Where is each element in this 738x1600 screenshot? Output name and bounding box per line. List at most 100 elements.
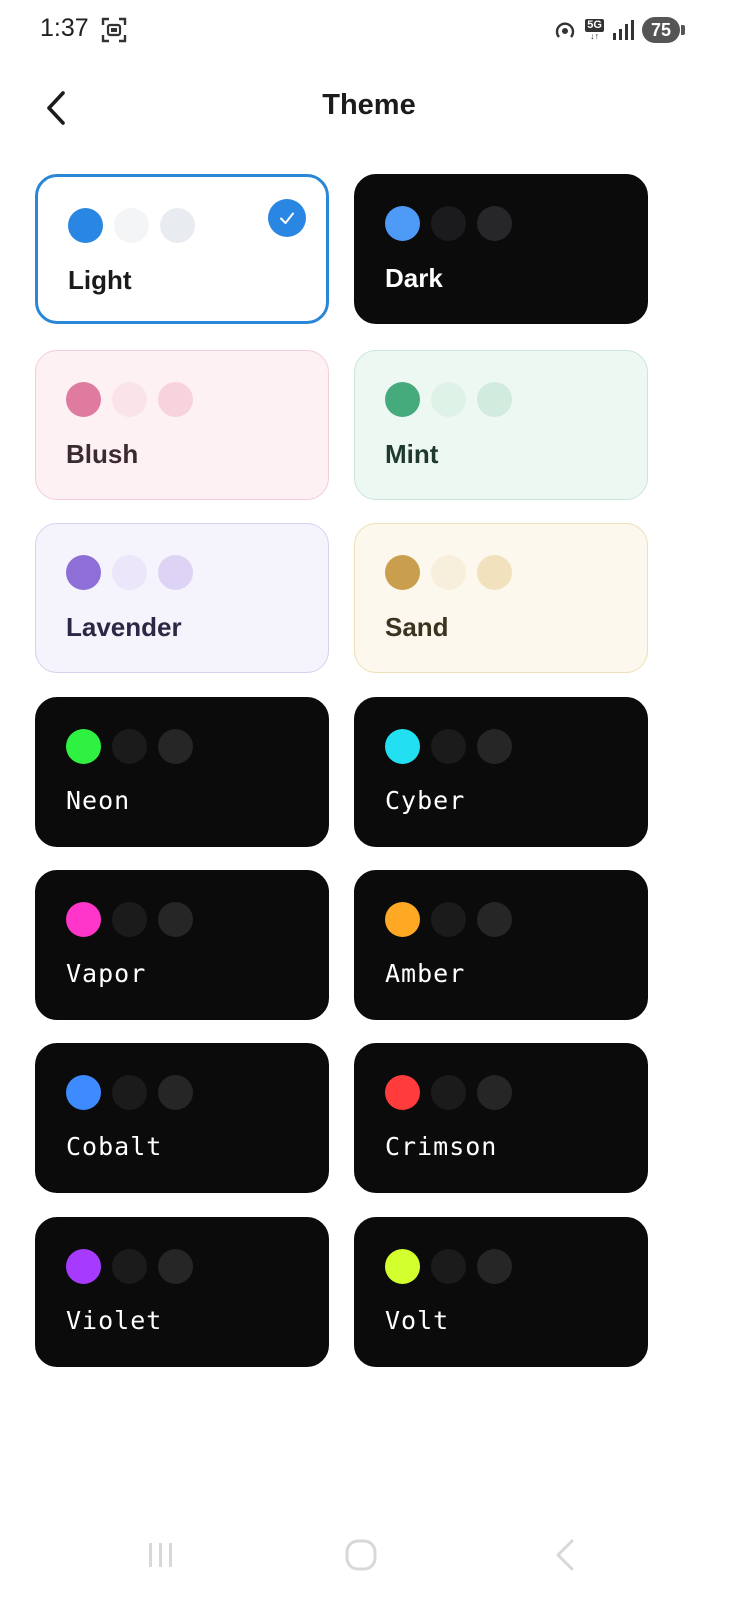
- color-swatch-2: [431, 555, 466, 590]
- theme-label: Cobalt: [66, 1132, 163, 1161]
- color-swatch-2: [112, 555, 147, 590]
- color-swatches: [68, 208, 195, 243]
- home-button[interactable]: [331, 1530, 391, 1580]
- color-swatch-2: [431, 729, 466, 764]
- header: Theme: [0, 80, 738, 140]
- color-swatch-3: [477, 382, 512, 417]
- theme-card-sand[interactable]: Sand: [354, 523, 648, 673]
- color-swatch-1: [68, 208, 103, 243]
- color-swatch-2: [114, 208, 149, 243]
- color-swatch-3: [158, 1249, 193, 1284]
- theme-card-cyber[interactable]: Cyber: [354, 697, 648, 847]
- color-swatch-2: [112, 1075, 147, 1110]
- theme-label: Lavender: [66, 612, 182, 642]
- color-swatch-1: [385, 555, 420, 590]
- color-swatch-1: [66, 1075, 101, 1110]
- theme-label: Cyber: [385, 786, 466, 815]
- nav-back-icon: [556, 1539, 574, 1571]
- theme-label: Amber: [385, 959, 466, 988]
- color-swatch-1: [66, 555, 101, 590]
- color-swatch-1: [66, 1249, 101, 1284]
- home-icon: [345, 1539, 377, 1571]
- color-swatches: [385, 382, 512, 417]
- color-swatch-1: [385, 729, 420, 764]
- theme-label: Neon: [66, 786, 131, 815]
- color-swatch-2: [112, 902, 147, 937]
- color-swatch-1: [66, 902, 101, 937]
- theme-card-volt[interactable]: Volt: [354, 1217, 648, 1367]
- color-swatches: [66, 382, 193, 417]
- theme-card-neon[interactable]: Neon: [35, 697, 329, 847]
- theme-label: Sand: [385, 612, 449, 642]
- color-swatches: [66, 1075, 193, 1110]
- color-swatch-3: [477, 206, 512, 241]
- color-swatch-2: [431, 382, 466, 417]
- page-title: Theme: [322, 89, 416, 121]
- theme-label: Mint: [385, 439, 439, 469]
- color-swatch-3: [477, 1075, 512, 1110]
- color-swatch-1: [66, 382, 101, 417]
- color-swatches: [385, 555, 512, 590]
- color-swatches: [66, 902, 193, 937]
- theme-label: Vapor: [66, 959, 147, 988]
- color-swatch-1: [385, 1249, 420, 1284]
- color-swatch-2: [431, 1075, 466, 1110]
- color-swatches: [66, 729, 193, 764]
- screen-capture-icon: [101, 17, 127, 43]
- color-swatch-2: [431, 902, 466, 937]
- theme-card-crimson[interactable]: Crimson: [354, 1043, 648, 1193]
- theme-card-lavender[interactable]: Lavender: [35, 523, 329, 673]
- theme-label: Light: [68, 265, 132, 295]
- color-swatches: [385, 1075, 512, 1110]
- theme-card-cobalt[interactable]: Cobalt: [35, 1043, 329, 1193]
- nav-back-button[interactable]: [535, 1530, 595, 1580]
- network-type: 5G ↓↑: [585, 19, 604, 41]
- color-swatch-1: [385, 1075, 420, 1110]
- theme-card-dark[interactable]: Dark: [354, 174, 648, 324]
- theme-card-blush[interactable]: Blush: [35, 350, 329, 500]
- theme-label: Volt: [385, 1306, 450, 1335]
- color-swatch-1: [66, 729, 101, 764]
- color-swatch-3: [158, 1075, 193, 1110]
- theme-card-light[interactable]: Light: [35, 174, 329, 324]
- theme-card-amber[interactable]: Amber: [354, 870, 648, 1020]
- battery-indicator: 75: [641, 17, 686, 43]
- color-swatch-2: [431, 206, 466, 241]
- color-swatch-3: [477, 1249, 512, 1284]
- color-swatch-3: [477, 555, 512, 590]
- theme-label: Dark: [385, 263, 443, 293]
- checkmark-icon: [268, 199, 306, 237]
- color-swatch-3: [158, 382, 193, 417]
- hotspot-icon: [556, 22, 575, 38]
- color-swatch-1: [385, 206, 420, 241]
- color-swatches: [385, 206, 512, 241]
- color-swatches: [385, 1249, 512, 1284]
- color-swatch-2: [431, 1249, 466, 1284]
- color-swatch-1: [385, 382, 420, 417]
- color-swatches: [385, 729, 512, 764]
- color-swatch-2: [112, 1249, 147, 1284]
- color-swatch-3: [477, 729, 512, 764]
- navigation-bar: [0, 1510, 738, 1600]
- color-swatch-3: [158, 729, 193, 764]
- color-swatch-3: [158, 555, 193, 590]
- status-time: 1:37: [40, 14, 89, 42]
- color-swatch-3: [477, 902, 512, 937]
- status-bar: 1:37 5G ↓↑ 75: [0, 0, 738, 64]
- recent-apps-button[interactable]: [131, 1530, 191, 1580]
- color-swatches: [66, 1249, 193, 1284]
- theme-card-vapor[interactable]: Vapor: [35, 870, 329, 1020]
- theme-card-violet[interactable]: Violet: [35, 1217, 329, 1367]
- status-indicators: 5G ↓↑ 75: [553, 15, 686, 45]
- theme-label: Blush: [66, 439, 139, 469]
- color-swatches: [385, 902, 512, 937]
- theme-label: Violet: [66, 1306, 163, 1335]
- color-swatch-1: [385, 902, 420, 937]
- theme-card-mint[interactable]: Mint: [354, 350, 648, 500]
- color-swatch-3: [158, 902, 193, 937]
- recent-apps-icon: [149, 1543, 172, 1567]
- color-swatch-2: [112, 729, 147, 764]
- signal-icon: [612, 20, 634, 40]
- color-swatch-2: [112, 382, 147, 417]
- color-swatch-3: [160, 208, 195, 243]
